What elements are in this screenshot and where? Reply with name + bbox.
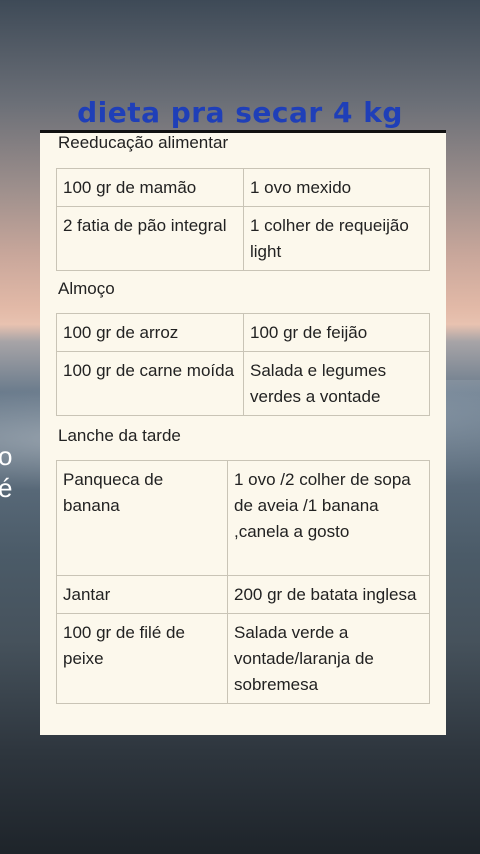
cropped-side-text: o é [0,440,12,504]
table-cell: 200 gr de batata inglesa [227,575,430,614]
table-row: 100 gr de arroz 100 gr de feijão [56,313,430,352]
diet-card: Reeducação alimentar 100 gr de mamão 1 o… [40,133,446,735]
table-cell: 100 gr de mamão [56,168,244,207]
table-row: 100 gr de mamão 1 ovo mexido [56,168,430,207]
table-cell: 100 gr de arroz [56,313,244,352]
table-cell: Salada verde a vontade/laranja de sobrem… [227,613,430,704]
table-cell: 100 gr de feijão [243,313,430,352]
section-label-lunch: Almoço [58,279,115,298]
table-cell: Jantar [56,575,228,614]
section-label-snack: Lanche da tarde [58,426,181,445]
table-row: 100 gr de carne moída Salada e legumes v… [56,351,430,416]
page-title: dieta pra secar 4 kg [77,96,403,129]
table-row: Panqueca de banana 1 ovo /2 colher de so… [56,460,430,576]
table-cell: 1 colher de requeijão light [243,206,430,271]
breakfast-table: 100 gr de mamão 1 ovo mexido 2 fatia de … [56,168,430,271]
table-cell: 1 ovo mexido [243,168,430,207]
snack-dinner-table: Panqueca de banana 1 ovo /2 colher de so… [56,460,430,704]
table-row: Jantar 200 gr de batata inglesa [56,575,430,614]
table-row: 100 gr de filé de peixe Salada verde a v… [56,613,430,704]
table-cell: 100 gr de filé de peixe [56,613,228,704]
table-row: 2 fatia de pão integral 1 colher de requ… [56,206,430,271]
edge-letter: é [0,473,13,503]
edge-letter: o [0,441,13,471]
table-cell: Panqueca de banana [56,460,228,576]
table-cell: 100 gr de carne moída [56,351,244,416]
table-cell: Salada e legumes verdes a vontade [243,351,430,416]
section-label-breakfast: Reeducação alimentar [58,133,229,152]
table-cell: 1 ovo /2 colher de sopa de aveia /1 bana… [227,460,430,576]
table-cell: 2 fatia de pão integral [56,206,244,271]
lunch-table: 100 gr de arroz 100 gr de feijão 100 gr … [56,313,430,416]
